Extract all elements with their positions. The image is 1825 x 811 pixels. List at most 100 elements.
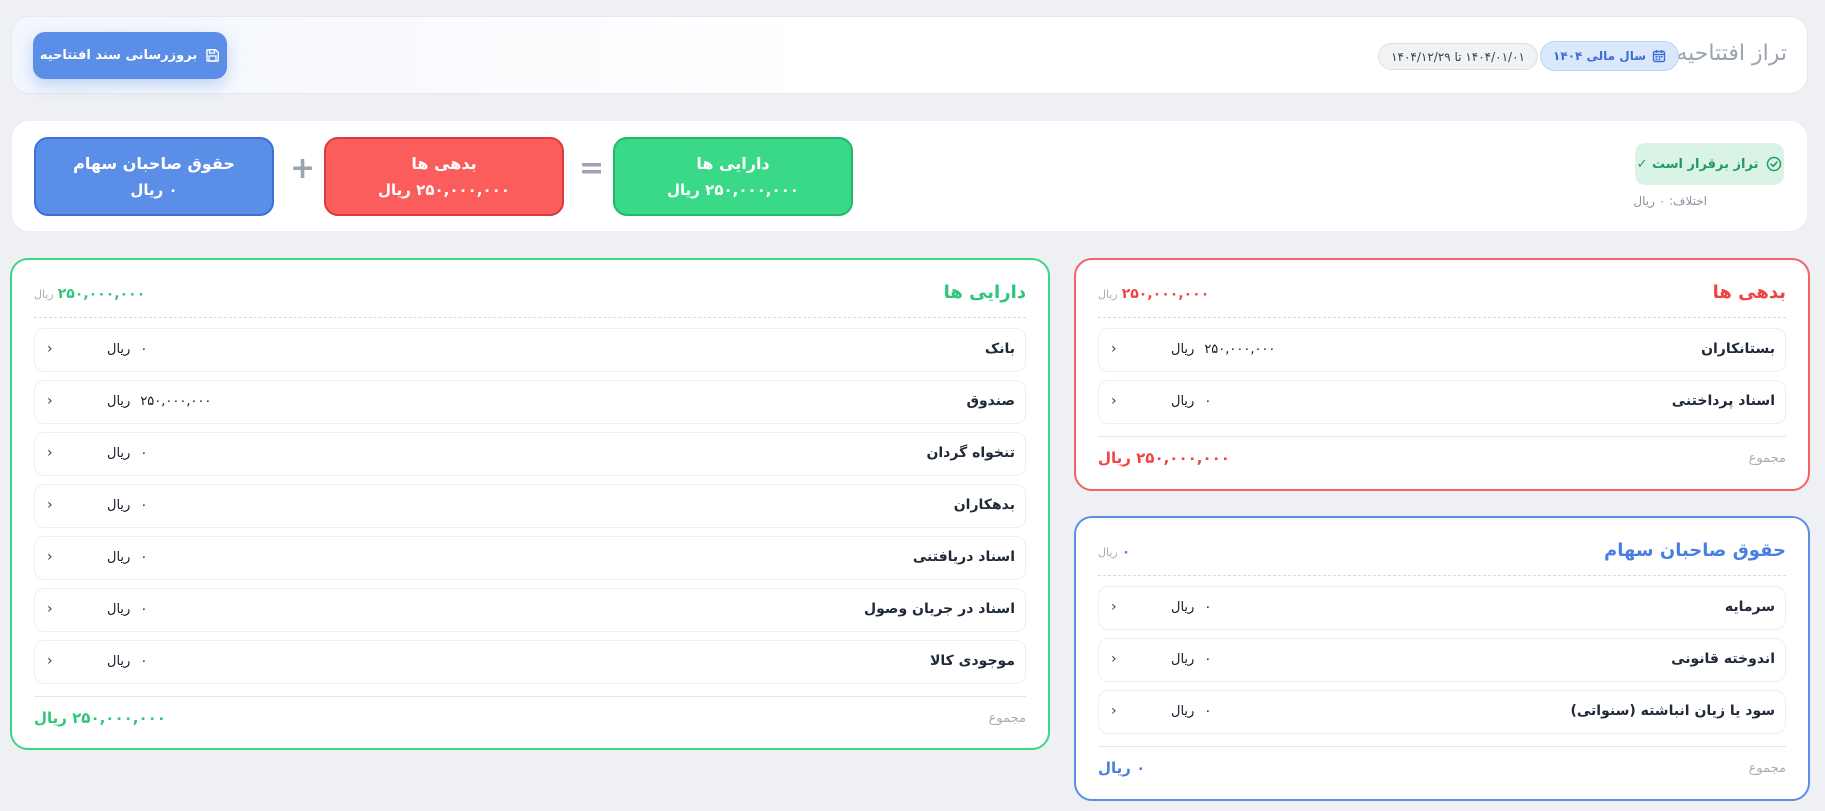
row-amount: ۲۵۰,۰۰۰,۰۰۰ ریال [107,394,211,409]
fiscal-year-badge[interactable]: سال مالی ۱۴۰۴ [1540,41,1679,71]
fiscal-year-label: سال مالی ۱۴۰۴ [1553,49,1646,63]
row-label: اسناد در جریان وصول [863,601,1015,617]
row-label: اسناد پرداختنی [1671,393,1775,409]
chevron-left-icon[interactable]: ‹ [47,497,53,513]
row-amount: ۰ ریال [107,446,147,461]
row-amount-value: ۰ [140,342,148,357]
row-label: بدهکاران [953,497,1015,513]
liabilities-rows: بستانکاران ۲۵۰,۰۰۰,۰۰۰ ریال ‹ اسناد پرداخ… [1098,328,1786,432]
row-amount-unit: ریال [107,446,131,461]
row-amount-unit: ریال [1171,394,1195,409]
row-amount-unit: ریال [107,654,131,669]
assets-total-value: ۲۵۰,۰۰۰,۰۰۰ [57,286,146,302]
row-label: بانک [984,341,1015,357]
liabilities-footer-label: مجموع [1748,451,1786,466]
plus-sign: + [290,151,316,186]
assets-summary-value: ۲۵۰,۰۰۰,۰۰۰ ریال [667,181,799,199]
equity-row[interactable]: سود یا زیان انباشته (سنواتی) ۰ ریال ‹ [1098,690,1786,734]
equity-summary-title: حقوق صاحبان سهام [73,154,235,173]
liabilities-summary-title: بدهی ها [411,154,477,173]
equity-summary-box: حقوق صاحبان سهام ۰ ریال [34,137,274,216]
row-amount-unit: ریال [107,394,131,409]
row-amount: ۰ ریال [107,550,147,565]
row-amount-value: ۲۵۰,۰۰۰,۰۰۰ [1204,342,1276,357]
row-amount-value: ۰ [1204,600,1212,615]
update-opening-document-button[interactable]: بروزرسانی سند افتتاحیه [33,32,227,79]
liabilities-summary-value: ۲۵۰,۰۰۰,۰۰۰ ریال [378,181,510,199]
liabilities-section-title: بدهی ها [1712,282,1786,303]
row-amount-unit: ریال [107,602,131,617]
row-label: صندوق [966,393,1015,409]
equity-total-unit: ریال [1098,546,1118,559]
chevron-left-icon[interactable]: ‹ [47,601,53,617]
equity-row[interactable]: سرمایه ۰ ریال ‹ [1098,586,1786,630]
chevron-left-icon[interactable]: ‹ [1111,651,1117,667]
row-label: تنخواه گردان [926,445,1015,461]
assets-summary-title: دارایی ها [696,154,770,173]
chevron-left-icon[interactable]: ‹ [47,341,53,357]
row-amount-value: ۰ [140,602,148,617]
chevron-left-icon[interactable]: ‹ [1111,703,1117,719]
liabilities-total-value: ۲۵۰,۰۰۰,۰۰۰ [1121,286,1210,302]
row-label: سرمایه [1724,599,1775,615]
assets-section-footer: مجموع ۲۵۰,۰۰۰,۰۰۰ ریال [34,696,1026,736]
row-amount-unit: ریال [107,498,131,513]
save-icon [205,48,220,63]
update-button-label: بروزرسانی سند افتتاحیه [39,48,198,63]
liabilities-total-unit: ریال [1098,288,1118,301]
row-amount-unit: ریال [107,342,131,357]
chevron-left-icon[interactable]: ‹ [1111,341,1117,357]
assets-row[interactable]: تنخواه گردان ۰ ریال ‹ [34,432,1026,476]
row-amount-unit: ریال [1171,342,1195,357]
assets-row[interactable]: موجودی کالا ۰ ریال ‹ [34,640,1026,684]
chevron-left-icon[interactable]: ‹ [47,549,53,565]
equity-section-total: ۰ ریال [1098,544,1130,560]
assets-rows: بانک ۰ ریال ‹ صندوق ۲۵۰,۰۰۰,۰۰۰ ریال ‹ تنخ… [34,328,1026,692]
row-amount-unit: ریال [1171,704,1195,719]
equity-section-title: حقوق صاحبان سهام [1604,540,1786,561]
row-amount-unit: ریال [1171,600,1195,615]
assets-section-header: دارایی ها ۲۵۰,۰۰۰,۰۰۰ ریال [34,282,1026,318]
liabilities-footer-value: ۲۵۰,۰۰۰,۰۰۰ ریال [1098,449,1230,467]
assets-section: دارایی ها ۲۵۰,۰۰۰,۰۰۰ ریال بانک ۰ ریال ‹ … [10,258,1050,750]
balance-status-text: تراز برقرار است ✓ [1636,156,1759,172]
chevron-left-icon[interactable]: ‹ [1111,599,1117,615]
chevron-left-icon[interactable]: ‹ [47,393,53,409]
equity-summary-value: ۰ ریال [130,181,178,199]
row-amount: ۲۵۰,۰۰۰,۰۰۰ ریال [1171,342,1275,357]
assets-row[interactable]: صندوق ۲۵۰,۰۰۰,۰۰۰ ریال ‹ [34,380,1026,424]
chevron-left-icon[interactable]: ‹ [47,445,53,461]
equity-rows: سرمایه ۰ ریال ‹ اندوخته قانونی ۰ ریال ‹ سو… [1098,586,1786,742]
row-amount-value: ۰ [140,446,148,461]
assets-row[interactable]: بدهکاران ۰ ریال ‹ [34,484,1026,528]
calendar-icon [1652,49,1666,63]
liabilities-row[interactable]: بستانکاران ۲۵۰,۰۰۰,۰۰۰ ریال ‹ [1098,328,1786,372]
chevron-left-icon[interactable]: ‹ [47,653,53,669]
row-label: بستانکاران [1701,341,1775,357]
assets-row[interactable]: اسناد در جریان وصول ۰ ریال ‹ [34,588,1026,632]
liabilities-section-total: ۲۵۰,۰۰۰,۰۰۰ ریال [1098,286,1209,302]
equity-section-header: حقوق صاحبان سهام ۰ ریال [1098,540,1786,576]
row-amount: ۰ ریال [1171,600,1211,615]
assets-section-total: ۲۵۰,۰۰۰,۰۰۰ ریال [34,286,145,302]
row-amount: ۰ ریال [1171,704,1211,719]
row-label: موجودی کالا [929,653,1015,669]
assets-row[interactable]: اسناد دریافتنی ۰ ریال ‹ [34,536,1026,580]
row-amount-value: ۲۵۰,۰۰۰,۰۰۰ [140,394,212,409]
difference-text: اختلاف: ۰ ریال [1633,194,1707,208]
liabilities-summary-box: بدهی ها ۲۵۰,۰۰۰,۰۰۰ ریال [324,137,564,216]
liabilities-row[interactable]: اسناد پرداختنی ۰ ریال ‹ [1098,380,1786,424]
row-amount-value: ۰ [1204,704,1212,719]
chevron-left-icon[interactable]: ‹ [1111,393,1117,409]
row-amount: ۰ ریال [1171,652,1211,667]
equity-total-value: ۰ [1121,544,1131,560]
equity-row[interactable]: اندوخته قانونی ۰ ریال ‹ [1098,638,1786,682]
row-amount: ۰ ریال [107,654,147,669]
row-amount-value: ۰ [140,654,148,669]
assets-row[interactable]: بانک ۰ ریال ‹ [34,328,1026,372]
row-amount: ۰ ریال [107,602,147,617]
equity-section: حقوق صاحبان سهام ۰ ریال سرمایه ۰ ریال ‹ ا… [1074,516,1810,801]
date-range-badge: ۱۴۰۴/۰۱/۰۱ تا ۱۴۰۴/۱۲/۲۹ [1378,43,1538,70]
assets-summary-box: دارایی ها ۲۵۰,۰۰۰,۰۰۰ ریال [613,137,853,216]
row-amount-value: ۰ [1204,652,1212,667]
